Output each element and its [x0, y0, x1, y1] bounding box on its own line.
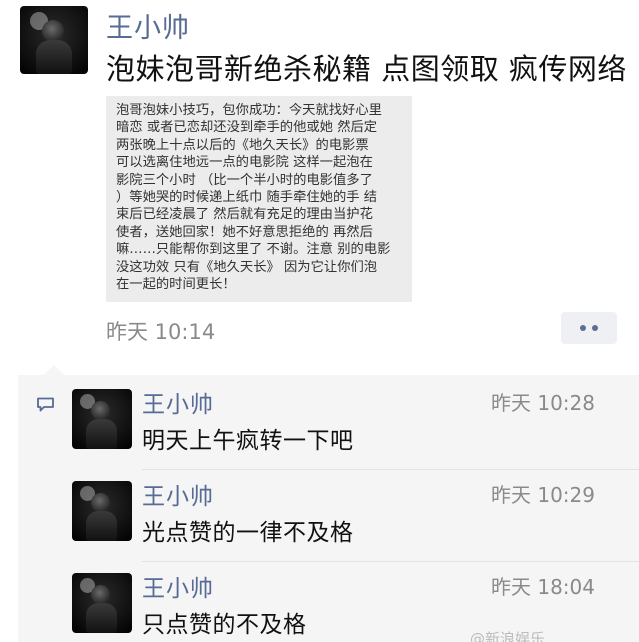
divider — [142, 561, 639, 562]
comment-bubble-icon — [37, 397, 54, 412]
comment-item[interactable]: 王小帅 只点赞的不及格 昨天 18:04 — [72, 573, 639, 638]
watermark: @新浪娱乐 — [470, 630, 546, 642]
shared-image-text: 泡哥泡妹小技巧，包你成功：今天就找好心里 暗恋 或者已恋却还没到牵手的他或她 然… — [116, 103, 391, 293]
shared-image-card[interactable]: 泡哥泡妹小技巧，包你成功：今天就找好心里 暗恋 或者已恋却还没到牵手的他或她 然… — [106, 96, 412, 302]
comment-avatar[interactable] — [72, 389, 132, 449]
comment-timestamp: 昨天 10:29 — [491, 483, 595, 507]
comment-text: 只点赞的不及格 — [142, 612, 307, 638]
divider — [142, 469, 639, 470]
comment-author-name[interactable]: 王小帅 — [142, 569, 214, 603]
post-author-name[interactable]: 王小帅 — [106, 6, 190, 45]
comment-timestamp: 昨天 10:28 — [491, 391, 595, 415]
moments-screen: 王小帅 泡妹泡哥新绝杀秘籍 点图领取 疯传网络 泡哥泡妹小技巧，包你成功：今天就… — [0, 0, 639, 642]
comment-timestamp: 昨天 18:04 — [491, 575, 595, 599]
comment-item[interactable]: 王小帅 光点赞的一律不及格 昨天 10:29 — [72, 481, 639, 551]
comment-author-name[interactable]: 王小帅 — [142, 385, 214, 419]
post-text: 泡妹泡哥新绝杀秘籍 点图领取 疯传网络 — [106, 52, 627, 86]
comment-text: 光点赞的一律不及格 — [142, 520, 354, 546]
comment-author-name[interactable]: 王小帅 — [142, 477, 214, 511]
more-dots-icon[interactable] — [561, 312, 617, 344]
comment-avatar[interactable] — [72, 573, 132, 633]
comment-text: 明天上午疯转一下吧 — [142, 428, 354, 454]
comment-item[interactable]: 王小帅 明天上午疯转一下吧 昨天 10:28 — [72, 389, 639, 459]
post-timestamp: 昨天 10:14 — [106, 320, 216, 344]
post-avatar[interactable] — [20, 6, 88, 74]
comment-avatar[interactable] — [72, 481, 132, 541]
